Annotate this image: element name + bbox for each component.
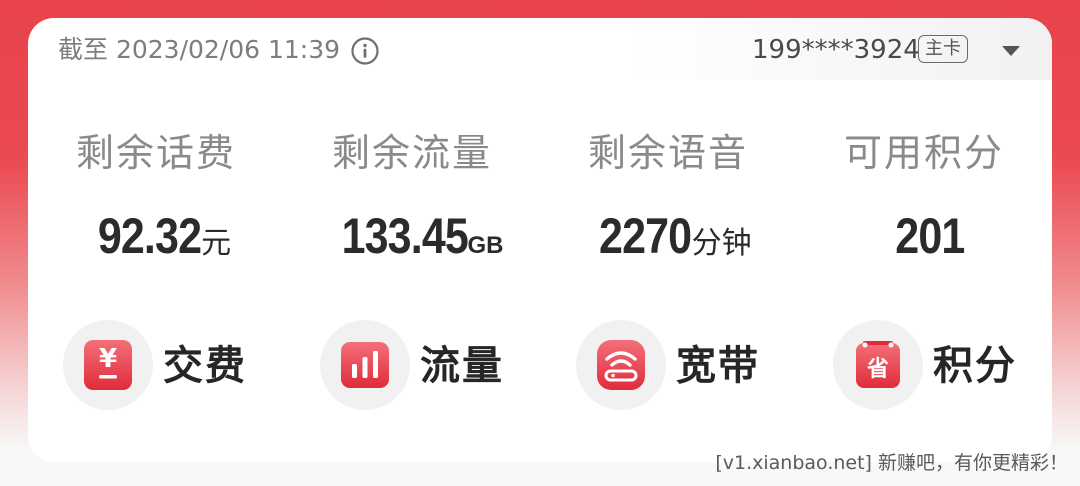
action-label: 流量 [420,343,504,389]
info-icon[interactable] [350,36,380,66]
stat-label: 剩余流量 [331,131,492,175]
phone-number[interactable]: 199****3924 [752,32,920,68]
action-label: 积分 [933,343,1017,389]
stat-balance[interactable]: 剩余话费 92.32元 [28,126,284,276]
dropdown-caret-icon[interactable] [1000,44,1022,58]
action-label: 交费 [163,343,247,389]
watermark-text: [v1.xianbao.net] 新赚吧，有你更精彩！ [715,452,1068,474]
stat-unit: 分钟 [691,226,752,261]
main-card-badge: 主卡 [918,35,968,63]
stat-unit: GB [467,232,504,259]
action-circle [576,320,666,410]
stat-number: 133.45 [341,208,468,264]
stat-points[interactable]: 可用积分 201 [796,126,1052,276]
yuan-glyph: ¥ [99,344,117,374]
action-data-button[interactable]: 流量 [320,320,540,412]
stat-value: 201 [796,204,1052,280]
stat-unit: 元 [201,226,232,261]
stat-value: 2270分钟 [540,204,796,280]
save-glyph: 省 [866,357,889,382]
action-circle [320,320,410,410]
action-pay-button[interactable]: ¥ 交费 [63,320,283,412]
stat-voice[interactable]: 剩余语音 2270分钟 [540,126,796,276]
router-icon [597,340,645,390]
bar-chart-icon [341,342,389,388]
action-broadband-button[interactable]: 宽带 [576,320,796,412]
update-timestamp: 截至 2023/02/06 11:39 [58,35,341,64]
action-label: 宽带 [676,343,760,389]
action-circle: 省 [833,320,923,410]
card-header: 截至 2023/02/06 11:39 199****3924 主卡 [28,18,1052,80]
stat-label: 可用积分 [843,131,1004,175]
stat-label: 剩余话费 [75,131,236,175]
save-icon: 省 [856,341,900,388]
stat-number: 2270 [599,208,692,264]
stat-value: 92.32元 [28,204,284,280]
account-summary-card: 截至 2023/02/06 11:39 199****3924 主卡 剩余话费 … [28,18,1052,462]
stat-number: 201 [895,208,965,264]
stat-data[interactable]: 剩余流量 133.45GB [284,126,540,276]
stat-number: 92.32 [97,208,202,264]
yuan-icon: ¥ [84,340,132,390]
stat-value: 133.45GB [284,204,540,280]
action-points-button[interactable]: 省 积分 [833,320,1052,412]
action-circle: ¥ [63,320,153,410]
stat-label: 剩余语音 [587,131,748,175]
